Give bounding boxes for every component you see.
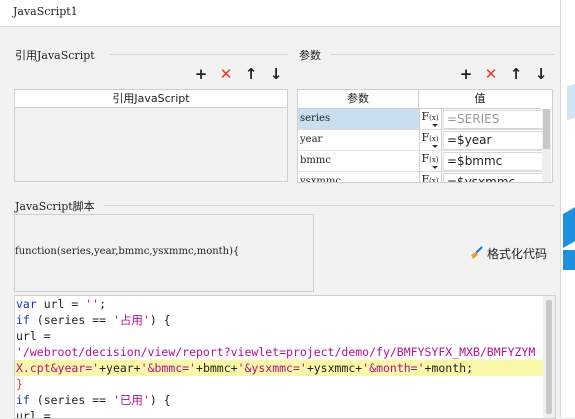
param-value-input[interactable]: =$year bbox=[443, 131, 543, 150]
window-title: JavaScript1 bbox=[13, 5, 78, 18]
title-bar: JavaScript1 bbox=[0, 0, 560, 27]
params-header-value: 值 bbox=[419, 90, 541, 109]
background-decoration bbox=[563, 250, 575, 270]
background-decoration bbox=[563, 205, 575, 249]
scrollbar-thumb[interactable] bbox=[543, 109, 550, 149]
code-line: } bbox=[16, 377, 23, 391]
param-row[interactable]: ysxmmc F(x) =$ysxmmc bbox=[298, 172, 543, 183]
code-line: url = bbox=[16, 329, 51, 343]
code-line: if (series == '已用') { bbox=[16, 393, 171, 407]
ref-js-column-header: 引用JavaScript bbox=[14, 89, 288, 108]
scrollbar-thumb[interactable] bbox=[546, 300, 552, 414]
param-name[interactable]: ysxmmc bbox=[298, 172, 420, 182]
formula-button[interactable]: F(x) bbox=[419, 109, 442, 129]
fx-sub: (x) bbox=[429, 156, 439, 164]
format-code-button[interactable]: 格式化代码 bbox=[470, 245, 547, 262]
formula-button[interactable]: F(x) bbox=[419, 130, 442, 150]
fx-label: F bbox=[421, 131, 430, 144]
ref-js-delete-button[interactable]: ✕ bbox=[216, 66, 236, 82]
params-scrollbar[interactable] bbox=[542, 109, 551, 182]
param-value-input[interactable]: =$ysxmmc bbox=[443, 173, 543, 182]
fx-sub: (x) bbox=[429, 135, 439, 143]
params-add-button[interactable]: + bbox=[456, 66, 476, 82]
fx-label: F bbox=[421, 152, 430, 165]
ref-js-move-up-button[interactable]: ↑ bbox=[241, 66, 261, 82]
background-window-edge bbox=[560, 0, 575, 417]
code-line: '/webroot/decision/view/report?viewlet=p… bbox=[16, 345, 536, 359]
fx-label: F bbox=[421, 110, 430, 123]
code-line: url = bbox=[16, 409, 51, 419]
formula-button[interactable]: F(x) bbox=[419, 172, 442, 183]
fx-sub: (x) bbox=[429, 114, 439, 122]
params-table: 参数 值 series F(x) =SERIES year F(x) =$yea… bbox=[297, 89, 553, 183]
code-line: var url = ''; bbox=[16, 297, 107, 311]
fx-label: F bbox=[421, 173, 430, 183]
format-code-label: 格式化代码 bbox=[487, 247, 548, 261]
param-name[interactable]: bmmc bbox=[298, 151, 420, 171]
dropdown-arrow-icon bbox=[432, 145, 438, 148]
param-row[interactable]: bmmc F(x) =$bmmc bbox=[298, 151, 543, 172]
param-value-input[interactable]: =SERIES bbox=[443, 110, 543, 129]
params-delete-button[interactable]: ✕ bbox=[481, 66, 501, 82]
divider bbox=[110, 54, 288, 55]
params-move-down-button[interactable]: ↓ bbox=[531, 66, 551, 82]
dropdown-arrow-icon bbox=[432, 166, 438, 169]
background-decoration bbox=[567, 81, 575, 121]
param-row[interactable]: year F(x) =$year bbox=[298, 130, 543, 151]
ref-js-add-button[interactable]: + bbox=[191, 66, 211, 82]
ref-js-section-title: 引用JavaScript bbox=[15, 49, 95, 62]
param-name[interactable]: series bbox=[298, 109, 420, 129]
param-name[interactable]: year bbox=[298, 130, 420, 150]
divider bbox=[330, 54, 554, 55]
divider bbox=[104, 205, 554, 206]
dropdown-arrow-icon bbox=[432, 124, 438, 127]
params-move-up-button[interactable]: ↑ bbox=[506, 66, 526, 82]
code-scrollbar[interactable] bbox=[543, 296, 555, 418]
param-value-input[interactable]: =$bmmc bbox=[443, 152, 543, 171]
fx-sub: (x) bbox=[429, 177, 439, 183]
code-line: if (series == '占用') { bbox=[16, 313, 171, 327]
code-line-highlighted: X.cpt&year='+year+'&bmmc='+bmmc+'&ysxmmc… bbox=[15, 360, 546, 376]
params-header-name: 参数 bbox=[298, 90, 419, 109]
ref-js-move-down-button[interactable]: ↓ bbox=[266, 66, 286, 82]
function-signature-box: function(series,year,bmmc,ysxmmc,month){ bbox=[14, 214, 314, 292]
formula-button[interactable]: F(x) bbox=[419, 151, 442, 171]
function-signature: function(series,year,bmmc,ysxmmc,month){ bbox=[15, 246, 240, 257]
params-section-title: 参数 bbox=[299, 49, 321, 62]
script-section-title: JavaScript脚本 bbox=[15, 200, 95, 213]
broom-icon bbox=[471, 246, 483, 259]
param-row[interactable]: series F(x) =SERIES bbox=[298, 109, 543, 130]
code-editor[interactable]: var url = ''; if (series == '占用') { url … bbox=[14, 295, 556, 419]
